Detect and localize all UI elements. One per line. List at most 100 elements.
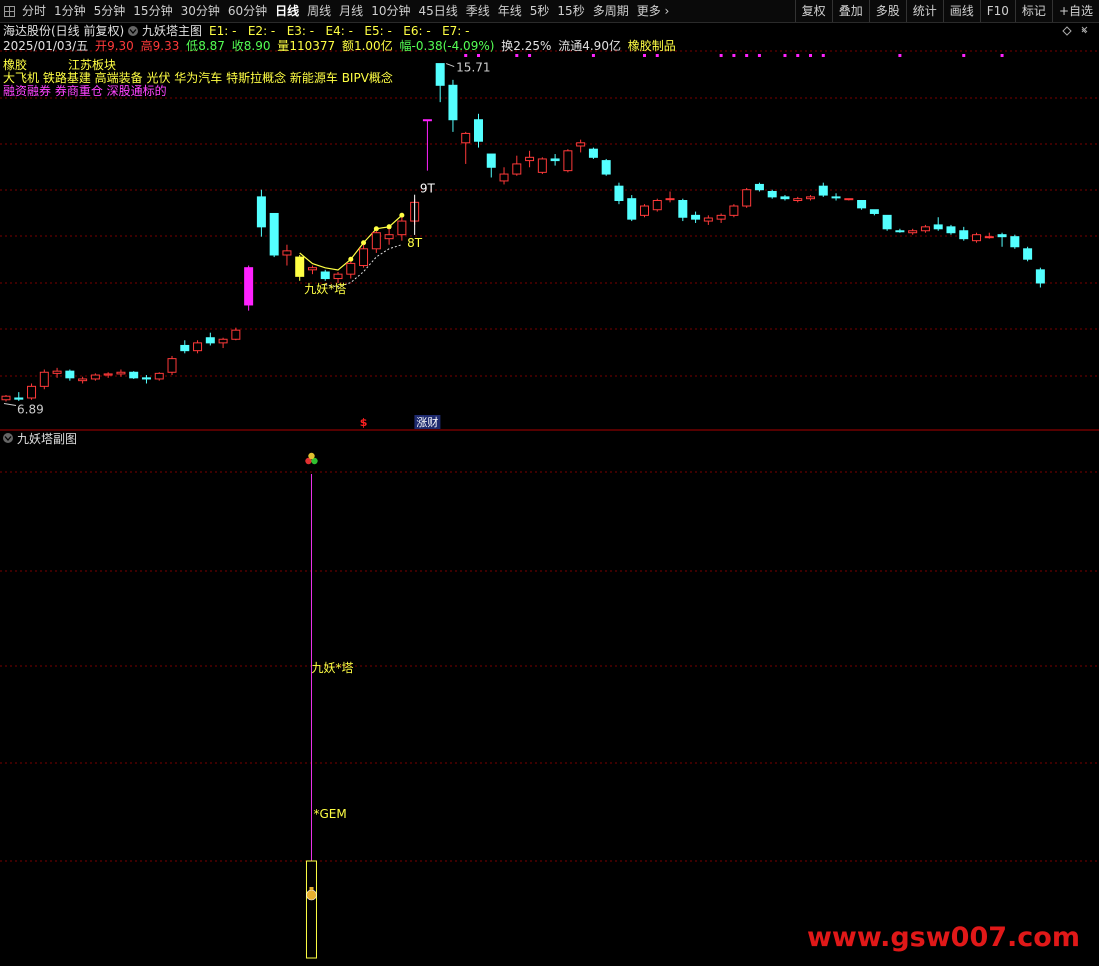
candle [742,187,752,208]
signal-dot [528,54,532,57]
period-tab-6[interactable]: 日线 [271,0,303,22]
candle-body [1023,248,1033,260]
tool-button-3[interactable]: 统计 [905,0,943,22]
period-tab-15[interactable]: 多周期 [589,0,633,22]
candle-body [742,189,752,207]
chart-annotation: 8T [407,236,423,250]
period-tab-8[interactable]: 月线 [335,0,367,22]
period-tab-5[interactable]: 60分钟 [224,0,271,22]
candle [397,217,407,241]
candle [1,395,11,402]
candle-body [397,220,407,236]
signal-point [361,240,367,246]
period-tab-12[interactable]: 年线 [494,0,526,22]
period-tab-16[interactable]: 更多 › [633,0,674,22]
candle-body [946,226,956,234]
candle [678,198,688,222]
stock-name: 海达股份(日线 前复权) [3,23,124,38]
period-tab-13[interactable]: 5秒 [526,0,554,22]
watermark: www.gsw007.com [807,922,1080,953]
period-tab-9[interactable]: 10分钟 [367,0,414,22]
candle [703,215,713,225]
main-chart-header: 海达股份(日线 前复权) 九妖塔主图 E1: - E2: - E3: - E4:… [3,23,1088,98]
signal-dot [1000,54,1004,57]
signal-dot [821,54,825,57]
grid-icon[interactable] [0,0,18,22]
tool-button-1[interactable]: 叠加 [831,0,869,22]
candle-body [129,371,139,379]
candle [806,195,816,201]
candle-body [14,397,24,400]
sub-chart-title[interactable]: 九妖塔副图 [17,432,77,446]
candle [780,195,790,201]
candle-body [857,200,867,209]
candle [869,209,879,216]
candle [946,224,956,235]
sub-annotation: *GEM [313,807,346,821]
sub-dropdown-icon[interactable] [3,433,13,443]
candle-body [269,212,279,256]
period-tab-4[interactable]: 30分钟 [177,0,224,22]
region-tag: 江苏板块 [68,58,116,72]
candle [371,230,381,253]
candle-body [141,377,151,380]
candle-body [231,329,241,340]
diamond-icon[interactable] [1062,26,1072,36]
candle-body [333,273,343,280]
period-tab-3[interactable]: 15分钟 [129,0,176,22]
candle-body [627,198,637,220]
candle [103,372,113,378]
candle [256,189,266,237]
candle-body [920,226,930,232]
period-tab-14[interactable]: 15秒 [553,0,588,22]
signal-dot [962,54,966,57]
signal-dot [515,54,519,57]
candle [422,119,432,171]
signal-point [399,212,405,218]
candle-body [818,185,828,196]
candle-body [154,372,164,380]
candle-body [359,248,369,267]
candle-body [461,132,471,144]
concept-tags: 大飞机 铁路基建 高端装备 光伏 华为汽车 特斯拉概念 新能源车 BIPV概念 [3,70,393,85]
candle-body [665,198,675,201]
candle [231,327,241,341]
period-tab-7[interactable]: 周线 [303,0,335,22]
signal-box [305,860,317,959]
indicator-dropdown-icon[interactable] [128,26,138,36]
period-tabs: 分时 1分钟 5分钟 15分钟 30分钟 60分钟 日线 周线 月线 10分钟 45日线 季线 年线 5秒… [0,0,673,22]
collapse-icon[interactable] [1081,26,1088,34]
period-tab-10[interactable]: 45日线 [414,0,461,22]
tool-button-5[interactable]: F10 [979,0,1015,22]
candle [282,244,292,266]
tool-button-2[interactable]: 多股 [868,0,906,22]
tool-button-7[interactable]: +自选 [1051,0,1099,22]
period-tab-11[interactable]: 季线 [462,0,494,22]
candle [90,373,100,381]
candle [920,224,930,233]
candle-body [882,214,892,230]
candle-body [959,230,969,240]
candle [52,367,62,378]
candle-body [193,342,203,352]
indicator-name[interactable]: 九妖塔主图 [142,24,202,38]
candle-body [640,205,649,216]
period-tab-1[interactable]: 1分钟 [50,0,90,22]
candle-body [933,224,943,230]
candle-body [780,196,790,200]
period-tab-0[interactable]: 分时 [18,0,50,22]
candle [39,369,49,390]
signal-dot [745,54,749,57]
tool-button-0[interactable]: 复权 [794,0,832,22]
candle-body [499,173,509,182]
candle-body [576,142,586,147]
candle-body [806,196,816,200]
period-tab-2[interactable]: 5分钟 [90,0,130,22]
industry-tag: 橡胶 [3,57,27,72]
chart-area: 海达股份(日线 前复权) 九妖塔主图 E1: - E2: - E3: - E4:… [0,23,1099,959]
candle-body [448,84,458,121]
candle [65,369,75,381]
tool-button-4[interactable]: 画线 [942,0,980,22]
tool-button-6[interactable]: 标记 [1014,0,1052,22]
candle [346,261,356,279]
